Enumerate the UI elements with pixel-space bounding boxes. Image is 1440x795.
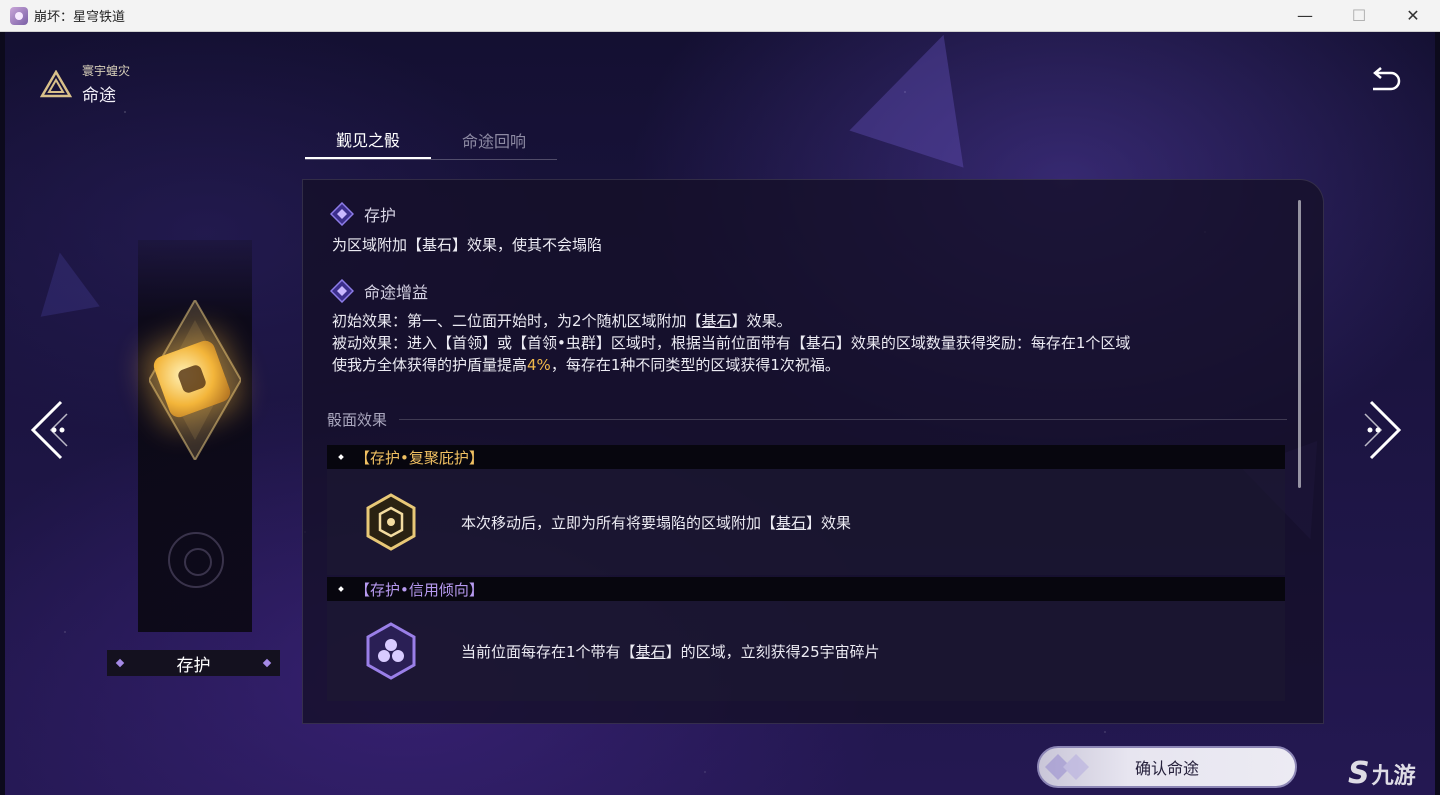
effect-header: 【存护•复聚庇护】 xyxy=(327,445,1285,469)
diamond-bullet-icon xyxy=(115,658,125,668)
text-segment: 使我方全体获得的护盾量提高 xyxy=(332,356,528,374)
bullet-icon xyxy=(338,586,344,592)
effect-card[interactable]: 当前位面每存在1个带有【基石】的区域，立刻获得25宇宙碎片 xyxy=(327,601,1285,701)
tab-dice[interactable]: 觐见之骰 xyxy=(305,121,431,159)
text-segment: 】效果。 xyxy=(731,312,792,330)
preservation-description: 为区域附加【基石】效果，使其不会塌陷 xyxy=(332,236,603,254)
maximize-icon[interactable]: ☐ xyxy=(1332,0,1386,32)
watermark-text: 九游 xyxy=(1371,763,1416,789)
button-diamond-decoration xyxy=(1045,754,1089,780)
text-segment: ，每存在1种不同类型的区域获得1次祝福。 xyxy=(550,356,840,374)
minimize-icon[interactable]: — xyxy=(1278,0,1332,32)
watermark-glyph: S xyxy=(1348,756,1370,791)
preservation-path-icon xyxy=(330,202,354,226)
text-segment: 】效果 xyxy=(806,513,852,532)
section-title: 存护 xyxy=(364,206,397,225)
app-icon xyxy=(10,6,28,25)
chevron-left-icon[interactable] xyxy=(27,400,77,460)
keyword-cornerstone[interactable]: 基石 xyxy=(702,312,732,330)
path-buff-description: 初始效果：第一、二位面开始时，为2个随机区域附加【基石】效果。 被动效果：进入【… xyxy=(332,310,1130,376)
return-arrow-icon[interactable] xyxy=(1368,66,1402,96)
effect-card[interactable]: 本次移动后，立即为所有将要塌陷的区域附加【基石】效果 xyxy=(327,469,1285,575)
background-shard xyxy=(30,247,100,317)
panel-scrollbar[interactable] xyxy=(1298,200,1301,488)
effect-name: 【存护•信用倾向】 xyxy=(355,580,484,599)
gold-hexagon-icon xyxy=(366,493,416,551)
chevron-right-icon[interactable] xyxy=(1355,400,1405,460)
effect-name: 【存护•复聚庇护】 xyxy=(355,448,484,467)
initial-effect-line: 初始效果：第一、二位面开始时，为2个随机区域附加【基石】效果。 xyxy=(332,310,1130,332)
text-segment: 初始效果：第一、二位面开始时，为2个随机区域附加【 xyxy=(332,312,702,330)
highlight-value: 4% xyxy=(527,356,551,374)
close-icon[interactable]: ✕ xyxy=(1386,0,1440,32)
preservation-emblem-icon xyxy=(168,532,224,588)
effect-header: 【存护•信用倾向】 xyxy=(327,577,1285,601)
text-segment: 当前位面每存在1个带有【 xyxy=(461,642,636,661)
tab-bar: 觐见之骰 命途回响 xyxy=(305,121,557,160)
window-titlebar: 崩坏：星穹铁道 — ☐ ✕ xyxy=(0,0,1440,32)
purple-hexagon-icon xyxy=(366,622,416,680)
window-title: 崩坏：星穹铁道 xyxy=(34,10,126,25)
section-preservation-header: 存护 xyxy=(330,202,396,226)
header-title: 命途 xyxy=(82,86,116,106)
tab-path-resonance[interactable]: 命途回响 xyxy=(431,121,557,159)
section-title: 命途增益 xyxy=(364,283,429,302)
passive-effect-line-2: 使我方全体获得的护盾量提高4%，每存在1种不同类型的区域获得1次祝福。 xyxy=(332,354,1130,376)
header-subtitle: 寰宇蝗灾 xyxy=(82,64,131,78)
section-path-buff-header: 命途增益 xyxy=(330,279,428,303)
window-controls: — ☐ ✕ xyxy=(1278,0,1440,32)
keyword-cornerstone[interactable]: 基石 xyxy=(776,514,806,532)
bullet-icon xyxy=(338,454,344,460)
dice-face-label: 骰面效果 xyxy=(327,411,388,429)
effect-description: 本次移动后，立即为所有将要塌陷的区域附加【基石】效果 xyxy=(461,512,851,533)
text-segment: 】的区域，立刻获得25宇宙碎片 xyxy=(665,642,880,661)
keyword-cornerstone[interactable]: 基石 xyxy=(636,643,666,661)
card-name-label: 存护 xyxy=(107,650,280,676)
effect-description: 当前位面每存在1个带有【基石】的区域，立刻获得25宇宙碎片 xyxy=(461,641,880,662)
card-name: 存护 xyxy=(176,655,211,676)
text-segment: 本次移动后，立即为所有将要塌陷的区域附加【 xyxy=(461,513,777,532)
path-buff-icon xyxy=(330,279,354,303)
diamond-bullet-icon xyxy=(262,658,272,668)
page-header: 寰宇蝗灾 命途 xyxy=(39,62,131,106)
triangle-emblem-icon xyxy=(39,69,73,98)
dice-face-divider: 骰面效果 xyxy=(327,409,1287,430)
passive-effect-line: 被动效果：进入【首领】或【首领•虫群】区域时，根据当前位面带有【基石】效果的区域… xyxy=(332,334,1131,352)
watermark-logo: S 九游 xyxy=(1348,756,1416,791)
